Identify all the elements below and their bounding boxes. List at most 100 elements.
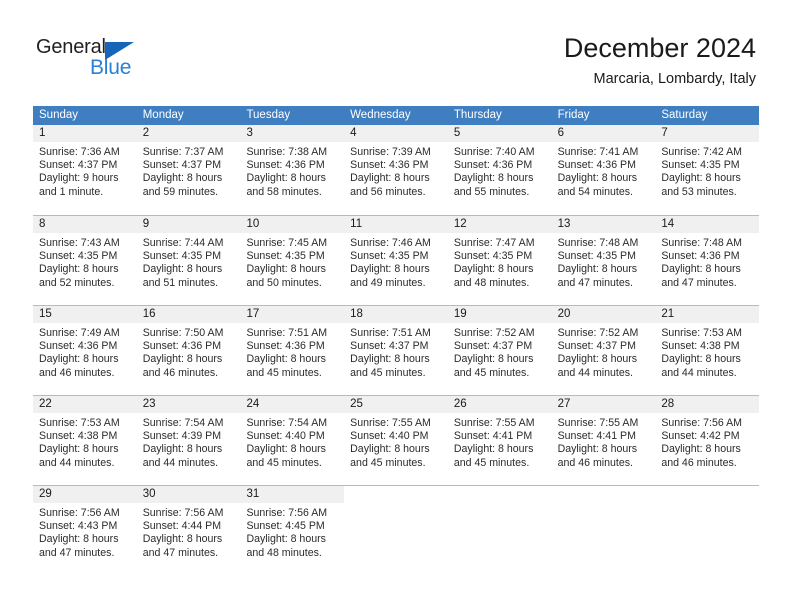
daylight-text-line1: Daylight: 8 hours — [39, 263, 119, 276]
calendar-day-cell[interactable]: 12 Sunrise: 7:47 AM Sunset: 4:35 PM Dayligh… — [447, 216, 552, 305]
daylight-text-line2: and 44 minutes. — [661, 366, 737, 379]
calendar-day-cell[interactable]: 11 Sunrise: 7:46 AM Sunset: 4:35 PM Dayligh… — [344, 216, 448, 305]
daylight-text-line2: and 49 minutes. — [350, 276, 426, 289]
calendar-day-cell[interactable]: 4 Sunrise: 7:39 AM Sunset: 4:36 PM Daylight… — [344, 125, 448, 215]
calendar-day-cell[interactable]: 19 Sunrise: 7:52 AM Sunset: 4:37 PM Dayligh… — [447, 306, 552, 395]
sunset-text: Sunset: 4:36 PM — [142, 340, 222, 353]
calendar-day-cell[interactable]: 15 Sunrise: 7:49 AM Sunset: 4:36 PM Dayligh… — [33, 306, 137, 395]
calendar-day-cell[interactable]: 31 Sunrise: 7:56 AM Sunset: 4:45 PM Dayligh… — [240, 486, 345, 575]
calendar-day-cell[interactable]: 6 Sunrise: 7:41 AM Sunset: 4:36 PM Daylight… — [551, 125, 656, 215]
weekday-header-wednesday: Wednesday — [350, 109, 411, 121]
day-sun-info: Sunrise: 7:55 AM Sunset: 4:40 PM Daylight:… — [344, 413, 448, 470]
day-sun-info: Sunrise: 7:48 AM Sunset: 4:36 PM Daylight:… — [655, 233, 759, 290]
sunrise-text: Sunrise: 7:54 AM — [246, 417, 328, 429]
sunrise-text: Sunrise: 7:46 AM — [350, 237, 431, 249]
sunrise-text: Sunrise: 7:54 AM — [142, 417, 224, 429]
daylight-text-line1: Daylight: 8 hours — [39, 443, 119, 456]
calendar-week-row: 1 Sunrise: 7:36 AM Sunset: 4:37 PM Daylight… — [33, 125, 760, 215]
calendar-day-cell[interactable]: 3 Sunrise: 7:38 AM Sunset: 4:36 PM Daylight… — [240, 125, 345, 215]
calendar-week-row: 22 Sunrise: 7:53 AM Sunset: 4:38 PM Dayligh… — [33, 395, 760, 485]
calendar-day-cell[interactable]: 10 Sunrise: 7:45 AM Sunset: 4:35 PM Dayligh… — [240, 216, 345, 305]
sunrise-text: Sunrise: 7:48 AM — [557, 237, 639, 249]
daylight-text-line1: Daylight: 8 hours — [142, 172, 223, 185]
calendar-day-cell[interactable]: 5 Sunrise: 7:40 AM Sunset: 4:36 PM Daylight… — [447, 125, 552, 215]
daylight-text-line1: Daylight: 8 hours — [350, 443, 430, 456]
day-number-band — [344, 486, 448, 503]
calendar-day-cell[interactable]: 21 Sunrise: 7:53 AM Sunset: 4:38 PM Dayligh… — [655, 306, 760, 395]
daylight-text-line2: and 48 minutes. — [246, 546, 322, 559]
sunset-text: Sunset: 4:41 PM — [453, 430, 533, 443]
sunrise-text: Sunrise: 7:41 AM — [557, 146, 639, 158]
calendar-day-cell[interactable]: 26 Sunrise: 7:55 AM Sunset: 4:41 PM Dayligh… — [447, 396, 552, 485]
day-number-band: 25 — [344, 396, 448, 413]
calendar-day-cell[interactable]: 27 Sunrise: 7:55 AM Sunset: 4:41 PM Dayligh… — [551, 396, 656, 485]
sunset-text: Sunset: 4:35 PM — [246, 250, 325, 263]
day-number-band: 21 — [655, 306, 760, 323]
day-sun-info: Sunrise: 7:46 AM Sunset: 4:35 PM Daylight:… — [344, 233, 448, 290]
day-sun-info: Sunrise: 7:54 AM Sunset: 4:39 PM Daylight:… — [137, 413, 241, 470]
calendar-day-cell[interactable]: 9 Sunrise: 7:44 AM Sunset: 4:35 PM Daylight… — [136, 216, 241, 305]
sunrise-text: Sunrise: 7:49 AM — [39, 327, 120, 339]
day-number: 2 — [142, 127, 150, 139]
calendar-day-cell[interactable]: 22 Sunrise: 7:53 AM Sunset: 4:38 PM Dayligh… — [33, 396, 137, 485]
weekday-header-thursday: Thursday — [453, 109, 502, 121]
calendar-week-row: 15 Sunrise: 7:49 AM Sunset: 4:36 PM Dayligh… — [33, 305, 760, 395]
sunset-text: Sunset: 4:36 PM — [350, 159, 429, 172]
calendar-page: General Blue December 2024 Marcaria, Lom… — [0, 0, 792, 612]
calendar-day-cell[interactable]: 7 Sunrise: 7:42 AM Sunset: 4:35 PM Daylight… — [655, 125, 760, 215]
sunrise-text: Sunrise: 7:55 AM — [557, 417, 639, 429]
sunrise-text: Sunrise: 7:56 AM — [39, 507, 120, 519]
calendar-day-cell[interactable]: 1 Sunrise: 7:36 AM Sunset: 4:37 PM Daylight… — [33, 125, 137, 215]
daylight-text-line1: Daylight: 8 hours — [246, 263, 326, 276]
calendar-day-cell-empty — [655, 486, 759, 575]
calendar-day-cell[interactable]: 16 Sunrise: 7:50 AM Sunset: 4:36 PM Dayligh… — [136, 306, 241, 395]
calendar-day-cell[interactable]: 14 Sunrise: 7:48 AM Sunset: 4:36 PM Dayligh… — [655, 216, 760, 305]
sunrise-text: Sunrise: 7:37 AM — [142, 146, 224, 158]
day-number-band: 4 — [344, 125, 448, 142]
calendar-day-cell[interactable]: 2 Sunrise: 7:37 AM Sunset: 4:37 PM Daylight… — [136, 125, 241, 215]
day-number-band — [552, 486, 656, 503]
day-sun-info: Sunrise: 7:44 AM Sunset: 4:35 PM Daylight:… — [137, 233, 241, 290]
daylight-text-line1: Daylight: 8 hours — [350, 353, 430, 366]
day-number: 18 — [350, 308, 363, 320]
day-number-band: 8 — [33, 216, 137, 233]
page-subtitle: Marcaria, Lombardy, Italy — [593, 71, 756, 87]
daylight-text-line1: Daylight: 8 hours — [557, 172, 638, 185]
calendar-day-cell[interactable]: 29 Sunrise: 7:56 AM Sunset: 4:43 PM Dayligh… — [33, 486, 137, 575]
sunrise-text: Sunrise: 7:47 AM — [453, 237, 535, 249]
calendar-day-cell[interactable]: 17 Sunrise: 7:51 AM Sunset: 4:36 PM Dayligh… — [240, 306, 345, 395]
calendar-day-cell[interactable]: 13 Sunrise: 7:48 AM Sunset: 4:35 PM Dayligh… — [551, 216, 656, 305]
logo-text-blue: Blue — [90, 56, 132, 79]
day-number-band: 3 — [240, 125, 345, 142]
day-number-band — [655, 486, 759, 503]
calendar-day-cell[interactable]: 30 Sunrise: 7:56 AM Sunset: 4:44 PM Dayligh… — [136, 486, 241, 575]
calendar-day-cell[interactable]: 28 Sunrise: 7:56 AM Sunset: 4:42 PM Dayligh… — [655, 396, 760, 485]
calendar-day-cell[interactable]: 25 Sunrise: 7:55 AM Sunset: 4:40 PM Dayligh… — [344, 396, 448, 485]
daylight-text-line2: and 1 minute. — [39, 185, 104, 198]
calendar-day-cell[interactable]: 18 Sunrise: 7:51 AM Sunset: 4:37 PM Dayligh… — [344, 306, 448, 395]
day-sun-info: Sunrise: 7:36 AM Sunset: 4:37 PM Daylight:… — [33, 142, 137, 199]
sunrise-text: Sunrise: 7:56 AM — [661, 417, 742, 429]
sunset-text: Sunset: 4:36 PM — [246, 159, 325, 172]
day-number: 7 — [661, 127, 668, 139]
daylight-text-line1: Daylight: 8 hours — [350, 263, 430, 276]
calendar-day-cell[interactable]: 20 Sunrise: 7:52 AM Sunset: 4:37 PM Dayligh… — [551, 306, 656, 395]
sunset-text: Sunset: 4:41 PM — [557, 430, 636, 443]
day-number: 15 — [39, 308, 52, 320]
daylight-text-line1: Daylight: 8 hours — [350, 172, 430, 185]
generalblue-logo: General Blue — [36, 36, 166, 84]
day-sun-info: Sunrise: 7:52 AM Sunset: 4:37 PM Daylight:… — [552, 323, 656, 380]
calendar-day-cell[interactable]: 23 Sunrise: 7:54 AM Sunset: 4:39 PM Dayligh… — [136, 396, 241, 485]
daylight-text-line2: and 45 minutes. — [453, 366, 530, 379]
sunset-text: Sunset: 4:40 PM — [350, 430, 429, 443]
day-number-band: 26 — [447, 396, 552, 413]
daylight-text-line2: and 47 minutes. — [557, 276, 633, 289]
daylight-text-line1: Daylight: 8 hours — [661, 443, 741, 456]
daylight-text-line1: Daylight: 8 hours — [142, 443, 223, 456]
day-sun-info: Sunrise: 7:55 AM Sunset: 4:41 PM Daylight:… — [448, 413, 552, 470]
day-number: 8 — [39, 218, 46, 230]
day-sun-info: Sunrise: 7:56 AM Sunset: 4:45 PM Daylight:… — [240, 503, 344, 560]
calendar-day-cell[interactable]: 24 Sunrise: 7:54 AM Sunset: 4:40 PM Dayligh… — [240, 396, 345, 485]
calendar-day-cell[interactable]: 8 Sunrise: 7:43 AM Sunset: 4:35 PM Daylight… — [33, 216, 137, 305]
sunrise-text: Sunrise: 7:55 AM — [453, 417, 535, 429]
